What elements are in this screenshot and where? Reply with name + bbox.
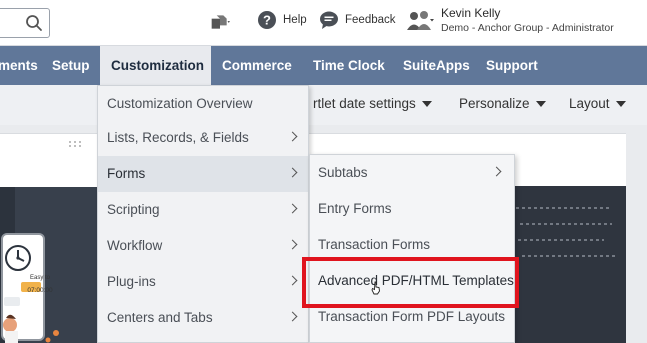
menu-item-plug-ins[interactable]: Plug-ins: [98, 264, 308, 300]
submenu-item-label: Entry Forms: [318, 201, 392, 216]
feedback-link[interactable]: Feedback: [319, 10, 396, 30]
user-menu[interactable]: Kevin Kelly Demo - Anchor Group - Admini…: [405, 6, 614, 35]
help-label: Help: [283, 14, 307, 26]
nav-item-support[interactable]: Support: [486, 46, 538, 85]
clock-time: 07:00:00: [27, 287, 53, 294]
submenu-item-label: Subtabs: [318, 165, 368, 180]
submenu-item-label: Transaction Form PDF Layouts: [318, 309, 506, 324]
chevron-right-icon: [491, 166, 502, 177]
help-icon: ?: [258, 11, 276, 29]
drag-handle-icon[interactable]: [68, 140, 82, 148]
chevron-right-icon: [287, 203, 298, 214]
time-clock-illustration: Easy to 07:00:00: [0, 187, 100, 343]
layout-label: Layout: [569, 96, 610, 111]
menu-item-label: Forms: [107, 166, 146, 181]
chevron-right-icon: [287, 275, 298, 286]
personalize-menu[interactable]: Personalize: [459, 96, 546, 111]
personalize-label: Personalize: [459, 96, 530, 111]
page-scroll-gutter: [626, 133, 647, 343]
customization-menu: Customization Overview Lists, Records, &…: [97, 85, 309, 343]
highlight-annotation: [302, 257, 519, 308]
menu-item-label: Centers and Tabs: [107, 310, 213, 325]
svg-text:?: ?: [263, 13, 271, 28]
menu-item-lists-records-fields[interactable]: Lists, Records, & Fields: [98, 120, 308, 156]
menu-item-label: Scripting: [107, 202, 160, 217]
chevron-down-icon: [535, 100, 546, 107]
chevron-right-icon: [287, 131, 298, 142]
portlet-date-settings-label: rtlet date settings: [313, 96, 416, 111]
menu-item-centers-and-tabs[interactable]: Centers and Tabs: [98, 300, 308, 336]
chevron-down-icon: [421, 100, 432, 107]
recent-records-menu[interactable]: [210, 12, 230, 32]
nav-item-time-clock[interactable]: Time Clock: [313, 46, 385, 85]
nav-item-customization[interactable]: Customization: [100, 46, 211, 85]
menu-item-label: Workflow: [107, 238, 163, 253]
chevron-right-icon: [287, 311, 298, 322]
help-link[interactable]: ? Help: [257, 10, 307, 30]
feedback-label: Feedback: [345, 14, 396, 26]
nav-item-commerce[interactable]: Commerce: [222, 46, 292, 85]
nav-item-setup[interactable]: Setup: [52, 46, 90, 85]
nav-item-suiteapps[interactable]: SuiteApps: [403, 46, 470, 85]
layout-menu[interactable]: Layout: [569, 96, 626, 111]
forms-submenu: Subtabs Entry Forms Transaction Forms Ad…: [309, 154, 515, 343]
user-role: Demo - Anchor Group - Administrator: [441, 22, 614, 34]
submenu-item-entry-forms[interactable]: Entry Forms: [310, 191, 514, 227]
clock-illustration-graphic: [0, 187, 100, 343]
menu-item-label: Plug-ins: [107, 274, 156, 289]
feedback-icon: [320, 11, 338, 29]
submenu-item-label: Transaction Forms: [318, 237, 431, 252]
chevron-down-icon: [615, 100, 626, 107]
clock-label: Easy to: [29, 275, 50, 281]
recent-records-icon: [211, 15, 230, 29]
nav-item-documents[interactable]: ments: [0, 46, 38, 85]
user-roles-icon: [407, 10, 434, 30]
chevron-right-icon: [287, 239, 298, 250]
top-header: ? Help Feedback Kevin Kelly Demo - Ancho…: [0, 0, 647, 46]
menu-item-forms[interactable]: Forms: [98, 156, 308, 192]
main-nav: ments Setup Customization Commerce Time …: [0, 46, 647, 85]
global-search[interactable]: [0, 8, 50, 38]
portlet-date-settings-menu[interactable]: rtlet date settings: [313, 96, 432, 111]
chevron-right-icon: [287, 167, 298, 178]
mouse-cursor-icon: [371, 281, 380, 295]
user-name: Kevin Kelly: [441, 6, 501, 20]
menu-item-scripting[interactable]: Scripting: [98, 192, 308, 228]
menu-item-label: Lists, Records, & Fields: [107, 130, 249, 145]
search-input[interactable]: [1, 14, 23, 32]
search-icon[interactable]: [25, 14, 43, 32]
menu-item-customization-overview[interactable]: Customization Overview: [98, 86, 308, 122]
menu-item-label: Customization Overview: [107, 96, 253, 111]
submenu-item-subtabs[interactable]: Subtabs: [310, 155, 514, 191]
menu-item-workflow[interactable]: Workflow: [98, 228, 308, 264]
